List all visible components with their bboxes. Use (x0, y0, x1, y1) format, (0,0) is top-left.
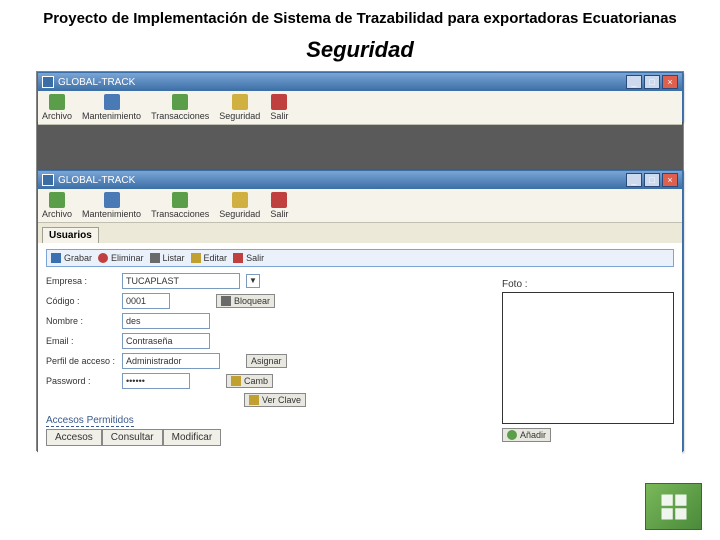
tb-transacciones-2[interactable]: Transacciones (151, 192, 209, 219)
col-accesos: Accesos (46, 429, 102, 446)
label-email: Email : (46, 336, 116, 346)
tb-salir-2[interactable]: Salir (270, 192, 288, 219)
exit-icon (233, 253, 243, 263)
salir-icon (271, 192, 287, 208)
maximize-button[interactable]: □ (644, 173, 660, 187)
col-modificar: Modificar (163, 429, 222, 446)
tb-archivo-2[interactable]: Archivo (42, 192, 72, 219)
edit-icon (191, 253, 201, 263)
key-icon (231, 376, 241, 386)
photo-panel: Foto : Añadir (502, 279, 672, 443)
label-empresa: Empresa : (46, 276, 116, 286)
seguridad-icon (232, 192, 248, 208)
app-desktop: GLOBAL-TRACK _ □ × Archivo Mantenimiento… (36, 71, 684, 451)
tb-mantenimiento-2[interactable]: Mantenimiento (82, 192, 141, 219)
btn-anadir-foto[interactable]: Añadir (502, 428, 551, 442)
label-codigo: Código : (46, 296, 116, 306)
btn-grabar[interactable]: Grabar (51, 253, 92, 263)
transacciones-icon (172, 94, 188, 110)
app-icon (42, 174, 54, 186)
lock-icon (221, 296, 231, 306)
btn-ver-clave[interactable]: Ver Clave (244, 393, 306, 407)
salir-icon (271, 94, 287, 110)
window-title-2: GLOBAL-TRACK (58, 175, 626, 186)
btn-salir-sub[interactable]: Salir (233, 253, 264, 263)
accesos-title: Accesos Permitidos (46, 415, 134, 427)
col-consultar: Consultar (102, 429, 163, 446)
mantenimiento-icon (104, 94, 120, 110)
save-icon (51, 253, 61, 263)
key-icon (249, 395, 259, 405)
input-email[interactable]: Contraseña (122, 333, 210, 349)
input-perfil[interactable]: Administrador (122, 353, 220, 369)
btn-eliminar[interactable]: Eliminar (98, 253, 144, 263)
btn-editar[interactable]: Editar (191, 253, 228, 263)
label-foto: Foto : (502, 279, 672, 290)
plus-icon (507, 430, 517, 440)
tb-seguridad[interactable]: Seguridad (219, 94, 260, 121)
tb-seguridad-2[interactable]: Seguridad (219, 192, 260, 219)
mantenimiento-icon (104, 192, 120, 208)
titlebar-2: GLOBAL-TRACK _ □ × (38, 171, 682, 189)
toolbar-1: Archivo Mantenimiento Transacciones Segu… (38, 91, 682, 125)
sub-toolbar: Grabar Eliminar Listar Editar Salir (46, 249, 674, 267)
input-password[interactable]: •••••• (122, 373, 190, 389)
titlebar-1: GLOBAL-TRACK _ □ × (38, 73, 682, 91)
app-icon (42, 76, 54, 88)
window-main-1: GLOBAL-TRACK _ □ × Archivo Mantenimiento… (37, 72, 683, 122)
window-main-2: GLOBAL-TRACK _ □ × Archivo Mantenimiento… (37, 170, 683, 452)
label-perfil: Perfil de acceso : (46, 356, 116, 366)
close-button[interactable]: × (662, 75, 678, 89)
tb-archivo[interactable]: Archivo (42, 94, 72, 121)
btn-listar[interactable]: Listar (150, 253, 185, 263)
window-title-1: GLOBAL-TRACK (58, 77, 626, 88)
input-nombre[interactable]: des (122, 313, 210, 329)
chevron-down-icon[interactable]: ▼ (246, 274, 260, 288)
btn-bloquear[interactable]: Bloquear (216, 294, 275, 308)
maximize-button[interactable]: □ (644, 75, 660, 89)
list-icon (150, 253, 160, 263)
slide-title: Proyecto de Implementación de Sistema de… (0, 0, 720, 33)
delete-icon (98, 253, 108, 263)
tb-transacciones[interactable]: Transacciones (151, 94, 209, 121)
tb-mantenimiento[interactable]: Mantenimiento (82, 94, 141, 121)
tb-salir[interactable]: Salir (270, 94, 288, 121)
select-empresa[interactable]: TUCAPLAST (122, 273, 240, 289)
photo-frame (502, 292, 674, 424)
windows-logo (645, 483, 702, 530)
section-heading: Seguridad (0, 37, 720, 63)
tab-usuarios[interactable]: Usuarios (42, 227, 99, 243)
btn-asignar[interactable]: Asignar (246, 354, 287, 368)
seguridad-icon (232, 94, 248, 110)
windows-icon (659, 492, 689, 522)
label-password: Password : (46, 376, 116, 386)
minimize-button[interactable]: _ (626, 173, 642, 187)
form-panel: Grabar Eliminar Listar Editar Salir Empr… (38, 243, 682, 469)
archivo-icon (49, 94, 65, 110)
archivo-icon (49, 192, 65, 208)
toolbar-2: Archivo Mantenimiento Transacciones Segu… (38, 189, 682, 223)
btn-camb[interactable]: Camb (226, 374, 273, 388)
close-button[interactable]: × (662, 173, 678, 187)
minimize-button[interactable]: _ (626, 75, 642, 89)
label-nombre: Nombre : (46, 316, 116, 326)
transacciones-icon (172, 192, 188, 208)
input-codigo[interactable]: 0001 (122, 293, 170, 309)
